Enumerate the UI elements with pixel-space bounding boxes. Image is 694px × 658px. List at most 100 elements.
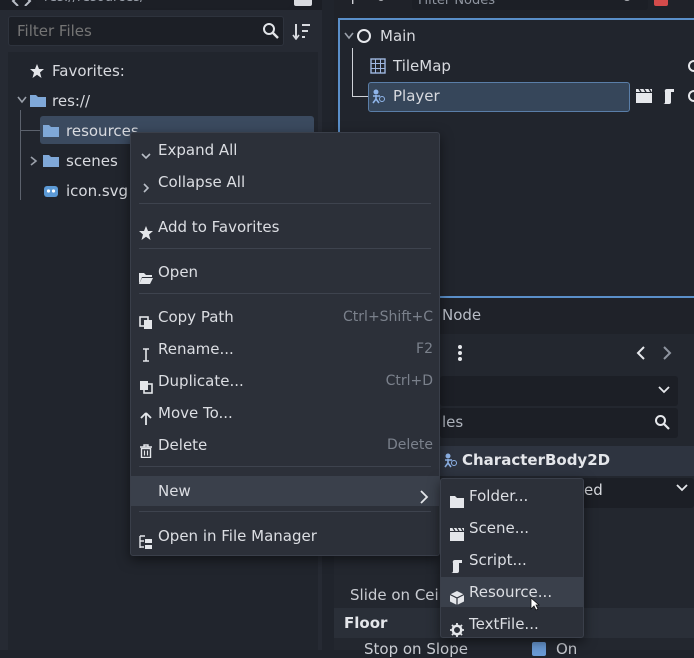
chevron-down-icon[interactable] <box>676 484 688 492</box>
tree-item-res-root[interactable]: res:// <box>52 86 90 116</box>
search-icon[interactable] <box>262 22 280 40</box>
filter-nodes-input[interactable]: Filter Nodes <box>412 0 648 10</box>
submenu-item-textfile[interactable]: TextFile... <box>441 609 583 639</box>
menu-separator <box>139 293 431 294</box>
chevron-right-icon <box>139 175 153 193</box>
more-options-icon[interactable] <box>458 344 462 362</box>
script-toggle-icon[interactable] <box>654 0 668 6</box>
submenu-item-script[interactable]: Script... <box>441 545 583 575</box>
menu-item-delete[interactable]: Delete Delete <box>131 430 439 460</box>
inspector-class-name: CharacterBody2D <box>462 451 611 469</box>
search-icon[interactable] <box>622 0 636 6</box>
menu-item-open-in-file-manager[interactable]: Open in File Manager <box>131 521 439 551</box>
copy-icon <box>139 310 153 329</box>
scene-node-main[interactable]: Main <box>380 21 416 51</box>
tree-guide-line <box>352 96 368 97</box>
tree-guide-line <box>20 130 40 131</box>
folder-open-icon <box>139 265 153 284</box>
filter-properties-placeholder: les <box>442 413 464 431</box>
chevron-down-icon[interactable] <box>658 386 670 394</box>
star-icon <box>30 64 44 78</box>
menu-item-expand-all[interactable]: Expand All <box>131 135 439 165</box>
script-icon[interactable] <box>662 88 676 104</box>
filter-files-input[interactable] <box>8 16 284 46</box>
tree-guide-line <box>352 48 353 96</box>
visibility-eye-icon[interactable] <box>686 58 694 74</box>
filesystem-icon <box>139 529 153 549</box>
shortcut-copy-path: Ctrl+Shift+C <box>343 309 433 325</box>
menu-item-collapse-all[interactable]: Collapse All <box>131 167 439 197</box>
folder-icon <box>43 123 59 137</box>
shortcut-rename: F2 <box>416 341 433 357</box>
scene-node-player[interactable]: Player <box>393 81 440 111</box>
shortcut-delete: Delete <box>387 437 433 453</box>
characterbody-icon <box>442 452 458 468</box>
mouse-pointer-icon <box>530 597 540 611</box>
tree-item-resources[interactable]: resources <box>66 116 139 146</box>
shortcut-duplicate: Ctrl+D <box>385 373 433 389</box>
node-circle-icon <box>356 28 372 44</box>
tab-node[interactable]: Node <box>442 306 481 324</box>
tilemap-icon <box>370 58 386 74</box>
duplicate-icon <box>139 374 153 394</box>
menu-item-open[interactable]: Open <box>131 257 439 287</box>
add-node-icon[interactable]: + <box>346 0 359 7</box>
motion-mode-value: ed <box>584 481 603 499</box>
gear-icon <box>450 617 464 637</box>
stop-on-slope-checkbox[interactable] <box>532 642 546 656</box>
chevron-down-icon <box>139 143 153 160</box>
current-path-field[interactable]: res://resources/ <box>36 0 290 8</box>
menu-item-copy-path[interactable]: Copy Path Ctrl+Shift+C <box>131 302 439 332</box>
folder-icon <box>450 489 464 508</box>
slide-on-ceiling-label: Slide on Ceili <box>350 586 448 604</box>
godot-icon <box>43 183 59 199</box>
menu-separator <box>139 203 431 204</box>
stop-on-slope-label: Stop on Slope <box>364 640 468 658</box>
menu-item-move-to[interactable]: Move To... <box>131 398 439 428</box>
submenu-item-scene[interactable]: Scene... <box>441 513 583 543</box>
clapper-icon <box>450 521 464 541</box>
history-back-icon[interactable] <box>636 346 646 360</box>
star-icon <box>139 220 153 240</box>
sort-icon[interactable] <box>292 22 312 40</box>
search-icon[interactable] <box>654 414 670 430</box>
chevron-down-icon[interactable] <box>17 96 27 104</box>
split-toggle-icon[interactable] <box>294 0 312 6</box>
scene-node-tilemap[interactable]: TileMap <box>393 51 451 81</box>
tree-item-scenes[interactable]: scenes <box>66 146 118 176</box>
submenu-item-resource[interactable]: Resource... <box>441 577 583 607</box>
menu-item-add-to-favorites[interactable]: Add to Favorites <box>131 212 439 242</box>
visibility-eye-icon[interactable] <box>686 88 694 104</box>
chevron-right-icon[interactable] <box>30 156 38 166</box>
forward-arrow-icon[interactable] <box>22 0 34 6</box>
file-context-menu: Expand All Collapse All Add to Favorites… <box>130 132 440 556</box>
folder-icon <box>30 93 46 107</box>
chevron-down-icon[interactable] <box>344 32 354 40</box>
new-submenu: Folder... Scene... Script... Resource...… <box>440 478 584 638</box>
back-arrow-icon[interactable] <box>10 0 22 6</box>
submenu-item-folder[interactable]: Folder... <box>441 481 583 511</box>
submenu-arrow-icon <box>419 484 429 514</box>
menu-item-rename[interactable]: Rename... F2 <box>131 334 439 364</box>
text-cursor-icon <box>139 342 153 362</box>
move-up-icon <box>139 406 153 425</box>
favorites-label[interactable]: Favorites: <box>52 56 125 86</box>
tree-item-icon-svg[interactable]: icon.svg <box>66 176 128 206</box>
clapper-icon[interactable] <box>636 89 652 103</box>
resource-icon <box>449 585 465 605</box>
inspector-object-select[interactable] <box>440 376 678 406</box>
floor-section-label: Floor <box>344 614 388 632</box>
menu-separator <box>139 466 431 467</box>
menu-item-duplicate[interactable]: Duplicate... Ctrl+D <box>131 366 439 396</box>
script-icon <box>450 553 464 573</box>
tree-guide-line <box>20 110 21 200</box>
menu-item-new[interactable]: New <box>131 476 439 506</box>
trash-icon <box>139 438 153 459</box>
menu-separator <box>139 511 431 512</box>
filter-properties-input[interactable] <box>440 408 678 438</box>
folder-icon <box>43 153 59 167</box>
characterbody-icon <box>370 88 386 104</box>
link-icon[interactable] <box>376 0 390 6</box>
menu-separator <box>139 248 431 249</box>
history-forward-icon[interactable] <box>662 346 672 360</box>
